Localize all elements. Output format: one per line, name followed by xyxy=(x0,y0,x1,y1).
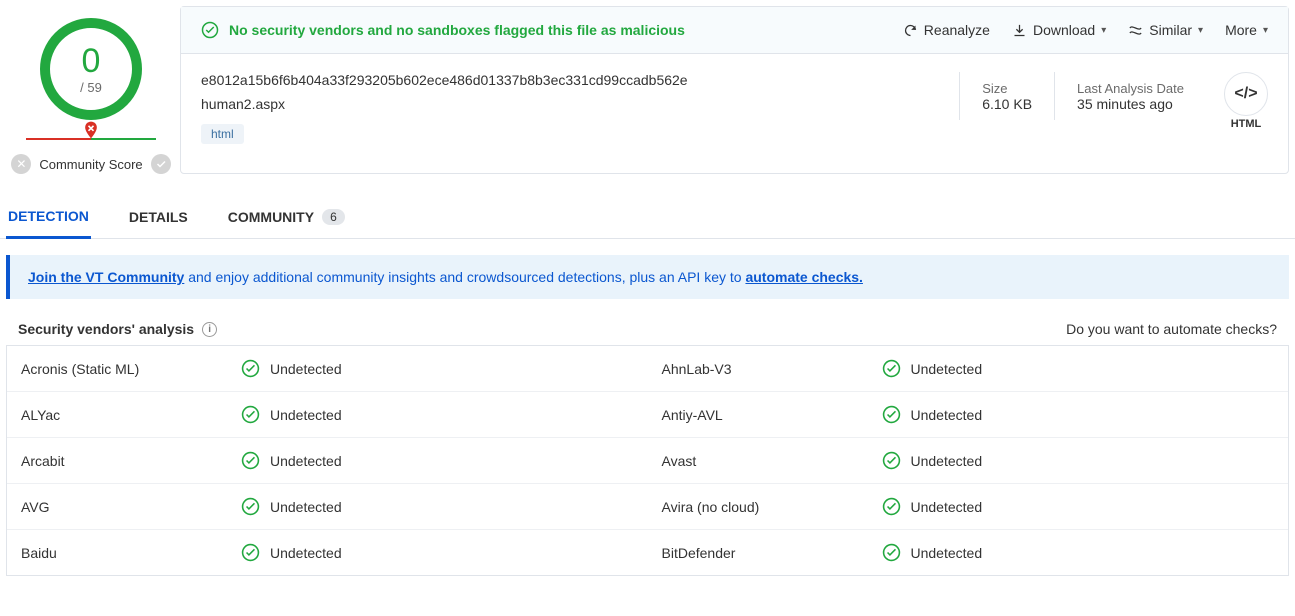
vendor-name: Acronis (Static ML) xyxy=(21,361,241,377)
vendor-status: Undetected xyxy=(241,497,342,516)
community-score-row: ✕ Community Score xyxy=(11,154,170,174)
file-identity: e8012a15b6f6b404a33f293205b602ece486d013… xyxy=(201,72,959,144)
vendor-name: Baidu xyxy=(21,545,241,561)
date-value: 35 minutes ago xyxy=(1077,96,1184,112)
undetected-icon xyxy=(241,405,260,424)
download-button[interactable]: Download ▾ xyxy=(1012,22,1106,38)
vendor-cell: AVGUndetected xyxy=(7,484,648,529)
table-row: BaiduUndetectedBitDefenderUndetected xyxy=(7,530,1288,575)
vendor-status: Undetected xyxy=(241,451,342,470)
undetected-icon xyxy=(882,451,901,470)
vendor-cell: Antiy-AVLUndetected xyxy=(648,392,1289,437)
size-value: 6.10 KB xyxy=(982,96,1032,112)
undetected-icon xyxy=(882,497,901,516)
chevron-down-icon: ▾ xyxy=(1198,25,1203,36)
vendor-status: Undetected xyxy=(241,405,342,424)
undetected-icon xyxy=(882,359,901,378)
vendor-status: Undetected xyxy=(882,405,983,424)
check-circle-icon xyxy=(201,21,219,39)
community-positive-icon[interactable] xyxy=(151,154,171,174)
undetected-icon xyxy=(241,497,260,516)
detection-score-circle: 0 / 59 xyxy=(40,18,142,120)
vendor-name: ALYac xyxy=(21,407,241,423)
undetected-icon xyxy=(241,543,260,562)
community-notice: Join the VT Community and enjoy addition… xyxy=(6,255,1289,299)
file-tag[interactable]: html xyxy=(201,124,244,144)
detection-total: / 59 xyxy=(80,80,102,95)
table-row: ALYacUndetectedAntiy-AVLUndetected xyxy=(7,392,1288,438)
undetected-icon xyxy=(241,359,260,378)
file-type-glyph: </> xyxy=(1224,72,1268,116)
threat-bar xyxy=(26,138,156,140)
vendor-name: AVG xyxy=(21,499,241,515)
chevron-down-icon: ▾ xyxy=(1263,25,1268,36)
vendor-status: Undetected xyxy=(882,359,983,378)
file-type-label: HTML xyxy=(1231,118,1262,130)
vendor-cell: AvastUndetected xyxy=(648,438,1289,483)
file-info: e8012a15b6f6b404a33f293205b602ece486d013… xyxy=(181,54,1288,162)
more-button[interactable]: More ▾ xyxy=(1225,22,1268,38)
vendor-name: Avira (no cloud) xyxy=(662,499,882,515)
community-score-label: Community Score xyxy=(39,157,142,172)
table-row: Acronis (Static ML)UndetectedAhnLab-V3Un… xyxy=(7,346,1288,392)
automate-checks-link[interactable]: automate checks. xyxy=(745,269,863,285)
summary-row: 0 / 59 ✕ Community Score No security ven… xyxy=(0,0,1295,174)
analysis-date-block: Last Analysis Date 35 minutes ago xyxy=(1054,72,1206,120)
download-icon xyxy=(1012,23,1027,38)
date-label: Last Analysis Date xyxy=(1077,81,1184,96)
vendor-name: AhnLab-V3 xyxy=(662,361,882,377)
vendor-cell: Acronis (Static ML)Undetected xyxy=(7,346,648,391)
safety-message: No security vendors and no sandboxes fla… xyxy=(201,21,903,39)
vendor-status: Undetected xyxy=(882,497,983,516)
vendor-name: BitDefender xyxy=(662,545,882,561)
safety-banner: No security vendors and no sandboxes fla… xyxy=(181,7,1288,54)
marker-pin-icon xyxy=(81,120,101,140)
tab-detection[interactable]: DETECTION xyxy=(6,198,91,239)
detection-count: 0 xyxy=(82,44,101,78)
file-size-block: Size 6.10 KB xyxy=(959,72,1054,120)
file-tags: html xyxy=(201,124,959,144)
vendor-name: Arcabit xyxy=(21,453,241,469)
reanalyze-icon xyxy=(903,23,918,38)
community-count-badge: 6 xyxy=(322,209,345,225)
vendor-cell: BaiduUndetected xyxy=(7,530,648,575)
vendor-cell: ALYacUndetected xyxy=(7,392,648,437)
file-card: No security vendors and no sandboxes fla… xyxy=(180,6,1289,174)
file-actions: Reanalyze Download ▾ Similar ▾ More ▾ xyxy=(903,22,1268,38)
file-hash: e8012a15b6f6b404a33f293205b602ece486d013… xyxy=(201,72,959,88)
vendor-status: Undetected xyxy=(241,543,342,562)
tab-details[interactable]: DETAILS xyxy=(127,199,190,237)
table-row: ArcabitUndetectedAvastUndetected xyxy=(7,438,1288,484)
vendor-status: Undetected xyxy=(882,451,983,470)
vendor-status: Undetected xyxy=(241,359,342,378)
vendor-status: Undetected xyxy=(882,543,983,562)
size-label: Size xyxy=(982,81,1032,96)
undetected-icon xyxy=(882,543,901,562)
score-column: 0 / 59 ✕ Community Score xyxy=(6,6,176,174)
automate-prompt[interactable]: Do you want to automate checks? xyxy=(1066,321,1277,337)
join-community-link[interactable]: Join the VT Community xyxy=(28,269,184,285)
vendor-name: Avast xyxy=(662,453,882,469)
vendor-cell: BitDefenderUndetected xyxy=(648,530,1289,575)
tab-bar: DETECTION DETAILS COMMUNITY 6 xyxy=(0,174,1295,239)
vendor-cell: AhnLab-V3Undetected xyxy=(648,346,1289,391)
table-row: AVGUndetectedAvira (no cloud)Undetected xyxy=(7,484,1288,530)
reanalyze-button[interactable]: Reanalyze xyxy=(903,22,990,38)
info-icon[interactable]: i xyxy=(202,322,217,337)
undetected-icon xyxy=(241,451,260,470)
vendor-cell: Avira (no cloud)Undetected xyxy=(648,484,1289,529)
tab-community[interactable]: COMMUNITY 6 xyxy=(226,199,347,237)
similar-button[interactable]: Similar ▾ xyxy=(1128,22,1203,38)
vendor-cell: ArcabitUndetected xyxy=(7,438,648,483)
community-negative-icon[interactable]: ✕ xyxy=(11,154,31,174)
file-type-block: </> HTML xyxy=(1206,72,1268,130)
vendor-name: Antiy-AVL xyxy=(662,407,882,423)
vendors-title: Security vendors' analysis i xyxy=(18,321,217,337)
chevron-down-icon: ▾ xyxy=(1101,25,1106,36)
file-name: human2.aspx xyxy=(201,96,959,112)
vendors-section-header: Security vendors' analysis i Do you want… xyxy=(0,299,1295,345)
vendors-table: Acronis (Static ML)UndetectedAhnLab-V3Un… xyxy=(6,345,1289,576)
undetected-icon xyxy=(882,405,901,424)
similar-icon xyxy=(1128,23,1143,38)
